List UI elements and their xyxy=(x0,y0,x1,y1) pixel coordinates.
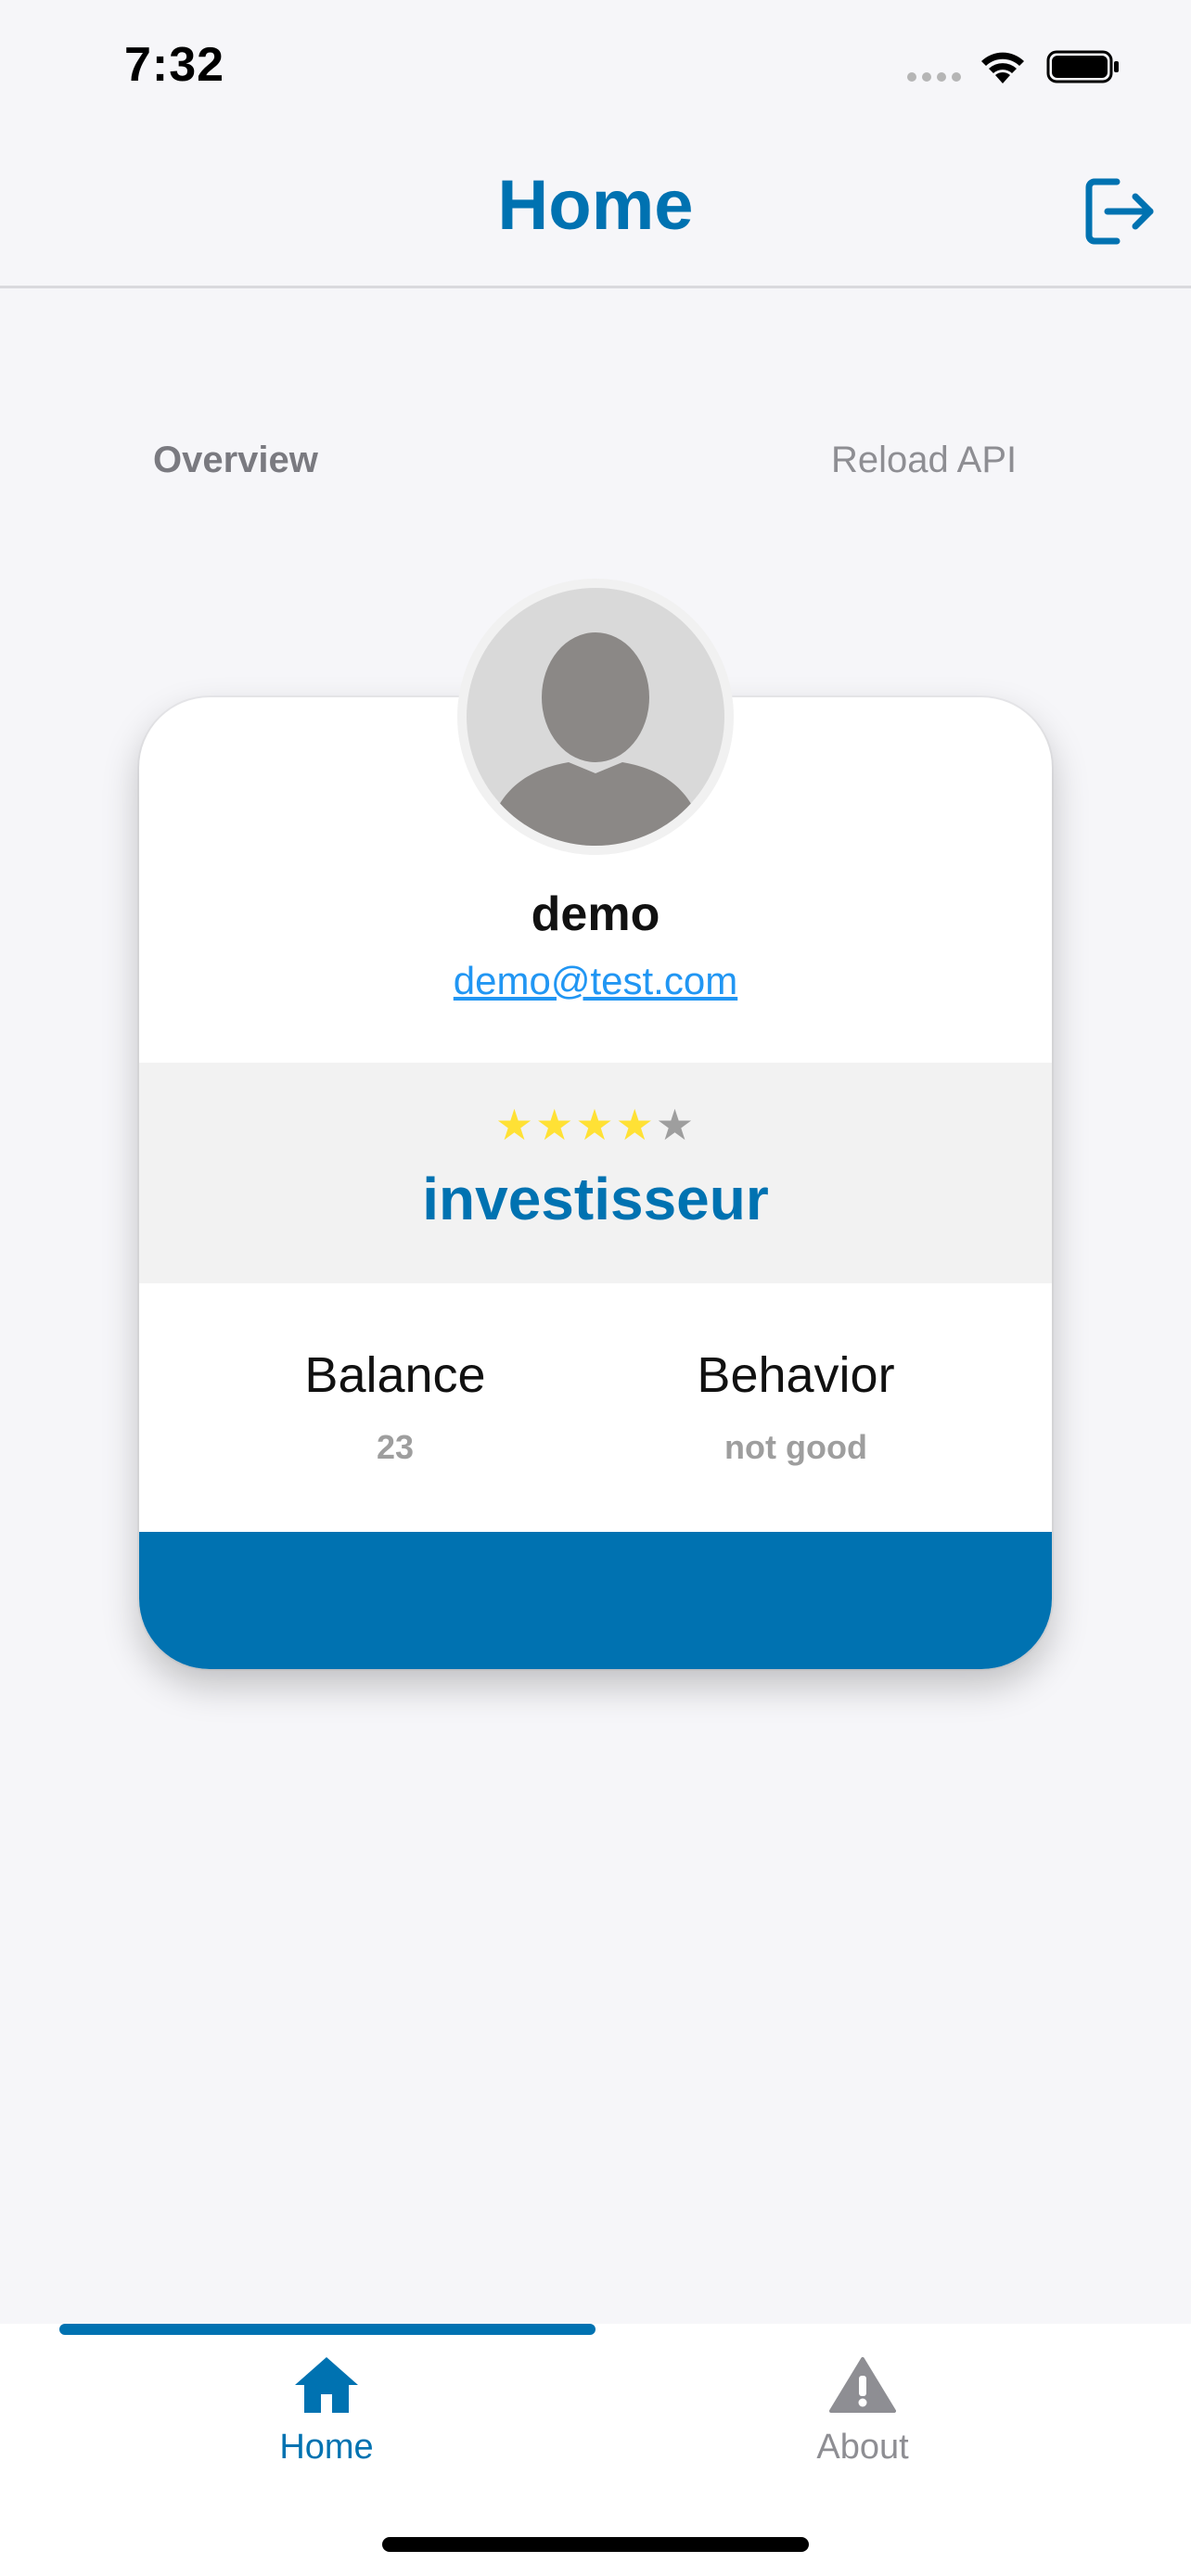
status-bar: 7:32 xyxy=(0,0,1191,130)
avatar-image xyxy=(467,588,724,846)
battery-icon xyxy=(1046,50,1119,83)
card-footer xyxy=(139,1532,1052,1669)
rating-stars: ★★★★★ xyxy=(139,1103,1052,1146)
tab-home[interactable]: Home xyxy=(187,2355,466,2468)
signal-icon xyxy=(907,72,961,82)
balance-label: Balance xyxy=(304,1347,486,1403)
tab-home-label: Home xyxy=(279,2428,374,2467)
logout-button[interactable] xyxy=(1082,172,1159,250)
star-filled-icon: ★ xyxy=(575,1101,616,1149)
behavior-label: Behavior xyxy=(697,1347,895,1403)
star-filled-icon: ★ xyxy=(615,1101,656,1149)
tab-overview[interactable]: Overview xyxy=(153,440,318,481)
status-time: 7:32 xyxy=(124,38,225,92)
app-header: Home xyxy=(0,130,1191,288)
stats-section: Balance 23 Behavior not good xyxy=(139,1283,1052,1524)
user-name: demo xyxy=(531,887,660,941)
rank-label: investisseur xyxy=(422,1166,769,1232)
tab-about-label: About xyxy=(816,2428,909,2467)
home-indicator xyxy=(382,2537,809,2552)
avatar xyxy=(457,579,734,855)
house-icon xyxy=(295,2357,358,2413)
balance-stat: Balance 23 xyxy=(210,1346,581,1467)
star-filled-icon: ★ xyxy=(494,1101,536,1149)
behavior-value: not good xyxy=(724,1428,867,1466)
active-tab-indicator xyxy=(59,2324,596,2335)
tab-about[interactable]: About xyxy=(724,2355,1002,2468)
warning-icon xyxy=(829,2357,896,2413)
balance-value: 23 xyxy=(376,1428,415,1466)
reload-api-button[interactable]: Reload API xyxy=(831,440,1017,481)
star-empty-icon: ★ xyxy=(655,1101,697,1149)
page-title: Home xyxy=(497,166,694,245)
rank-section: ★★★★★ investisseur xyxy=(139,1063,1052,1283)
star-filled-icon: ★ xyxy=(535,1101,576,1149)
person-icon xyxy=(485,632,706,846)
user-email-link[interactable]: demo@test.com xyxy=(139,959,1052,1003)
wifi-icon xyxy=(981,52,1024,83)
behavior-stat: Behavior not good xyxy=(610,1346,981,1467)
logout-icon xyxy=(1085,178,1154,245)
